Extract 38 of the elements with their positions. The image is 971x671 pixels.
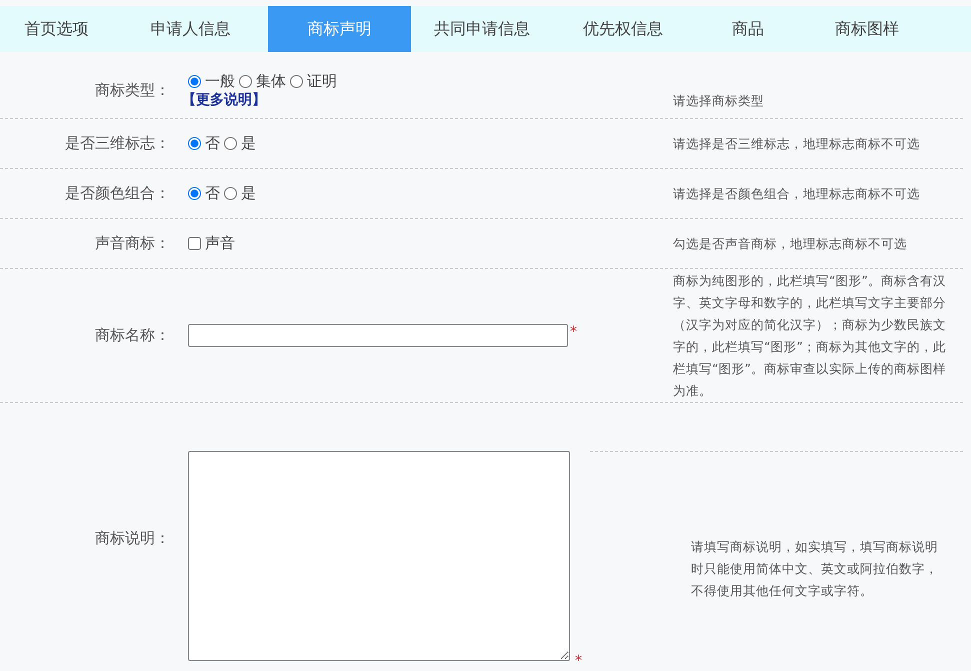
radio-label[interactable]: 否 [205,184,220,203]
tab[interactable]: 首页选项 [0,6,113,52]
hint-text: 请选择商标类型 [673,93,764,108]
field-label: 商标类型： [95,80,170,98]
hint-text: 商标为纯图形的，此栏填写“图形”。商标含有汉字、英文字母和数字的，此栏填写文字主要部分（汉字为对应的简化汉字）；商标为少数民族文字的，此栏填写“图形”；商标为其他文字的，此栏填写“图形”。商标审查以实际上传的商标图样为准。 [673,272,946,398]
tab[interactable]: 商品 [693,6,803,52]
radio-button[interactable] [239,74,252,88]
hint-text: 请填写商标说明，如实填写，填写商标说明时只能使用简体中文、英文或阿拉伯数字，不得使用其他任何文字或字符。 [691,539,938,598]
field-label: 是否三维标志： [65,134,170,152]
radio-button[interactable] [224,187,237,200]
radio-button[interactable] [224,137,237,150]
radio-button[interactable] [188,74,201,88]
hint-text: 请选择是否颜色组合，地理标志商标不可选 [673,186,920,200]
tab[interactable]: 商标图样 [803,6,931,52]
hint-text: 勾选是否声音商标，地理标志商标不可选 [673,236,907,250]
required-mark: * [570,324,577,340]
radio-label[interactable]: 是 [241,134,256,153]
radio-label[interactable]: 一般 [205,72,235,90]
radio-label[interactable]: 集体 [256,72,286,90]
field-label: 商标名称： [95,326,170,344]
field-label: 商标说明： [95,528,170,546]
tab[interactable]: 申请人信息 [113,6,268,52]
radio-label[interactable]: 否 [205,134,220,153]
tab[interactable]: 共同申请信息 [411,6,553,52]
field-label: 是否颜色组合： [65,184,170,202]
name-input-field[interactable] [188,324,568,347]
radio-label[interactable]: 是 [241,184,256,203]
more-info-link[interactable]: 【更多说明】 [182,90,673,108]
field-label: 声音商标： [95,234,170,252]
radio-button[interactable] [188,187,201,200]
checkbox-label[interactable]: 声音 [205,234,235,253]
hint-text: 请选择是否三维标志，地理标志商标不可选 [673,136,920,150]
radio-button[interactable] [290,74,303,88]
radio-label[interactable]: 证明 [307,72,337,90]
checkbox[interactable] [188,237,201,250]
radio-button[interactable] [188,137,201,150]
tab[interactable]: 优先权信息 [553,6,693,52]
required-mark: * [575,653,582,669]
